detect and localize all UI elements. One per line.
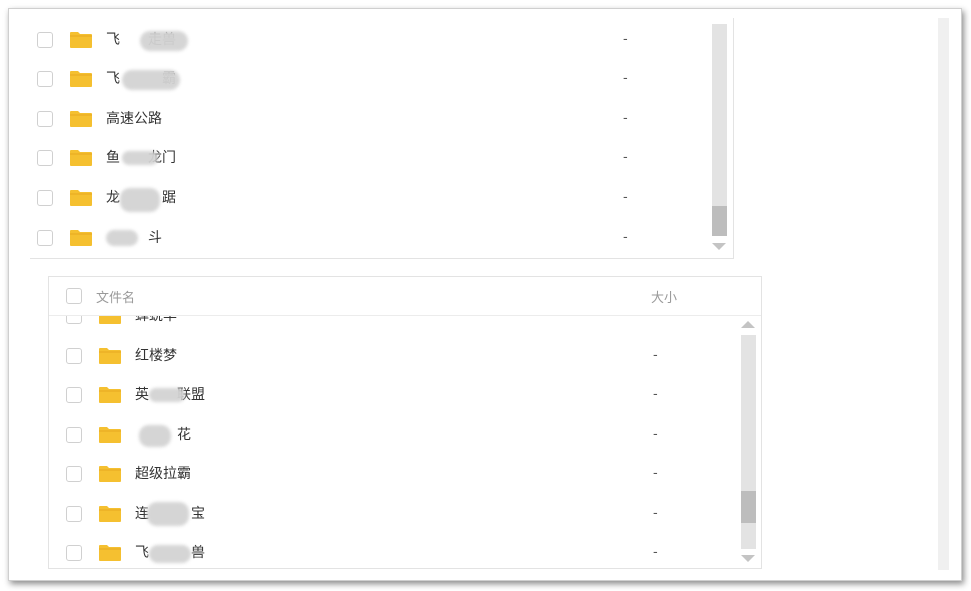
file-size: - xyxy=(653,387,658,402)
row-checkbox[interactable] xyxy=(37,32,53,48)
folder-icon xyxy=(70,111,92,127)
redaction-blur xyxy=(147,502,189,526)
list-item[interactable]: 飞 走兽 - xyxy=(30,20,733,59)
list-item[interactable]: 花 - xyxy=(49,415,761,454)
row-checkbox[interactable] xyxy=(66,545,82,561)
folder-icon xyxy=(70,190,92,206)
file-size: - xyxy=(623,32,628,47)
file-size: - xyxy=(623,190,628,205)
file-size: - xyxy=(653,466,658,481)
row-checkbox[interactable] xyxy=(37,71,53,87)
list-item[interactable]: 超级拉霸 - xyxy=(49,454,761,493)
select-all-checkbox[interactable] xyxy=(66,288,82,304)
redaction-blur xyxy=(120,188,160,212)
list-body: 蝉蜕羊 - 红楼梦 - 英 联盟 - xyxy=(49,316,761,568)
redaction-blur xyxy=(140,31,188,51)
folder-icon xyxy=(99,545,121,561)
redaction-blur xyxy=(149,388,185,402)
list-header: 文件名 大小 xyxy=(49,277,761,316)
file-size: - xyxy=(653,348,658,363)
scroll-up-arrow-icon[interactable] xyxy=(741,321,755,328)
folder-icon xyxy=(99,387,121,403)
list-item[interactable]: 英 联盟 - xyxy=(49,375,761,414)
list-item[interactable]: 飞 霸 - xyxy=(30,59,733,98)
folder-icon xyxy=(99,348,121,364)
file-name[interactable]: 红楼梦 xyxy=(135,347,177,365)
folder-icon xyxy=(99,466,121,482)
file-name[interactable]: 超级拉霸 xyxy=(135,465,191,483)
row-checkbox[interactable] xyxy=(37,230,53,246)
file-size: - xyxy=(623,111,628,126)
file-size: - xyxy=(653,506,658,521)
scrollbar-track[interactable] xyxy=(712,24,727,236)
file-list-bottom: 文件名 大小 蝉蜕羊 - 红楼梦 - xyxy=(48,276,762,569)
folder-icon xyxy=(99,427,121,443)
row-checkbox[interactable] xyxy=(37,111,53,127)
column-header-size[interactable]: 大小 xyxy=(651,287,677,306)
vertical-scrollbar[interactable] xyxy=(712,24,727,256)
list-item[interactable]: 红楼梦 - xyxy=(49,336,761,375)
list-item[interactable]: 斗 - xyxy=(30,218,733,257)
list-item[interactable]: 飞 兽 - xyxy=(49,533,761,568)
vertical-scrollbar[interactable] xyxy=(741,319,756,565)
page-scrollbar[interactable] xyxy=(938,18,949,570)
list-item[interactable]: 蝉蜕羊 - xyxy=(49,316,761,335)
file-size: - xyxy=(623,230,628,245)
row-checkbox[interactable] xyxy=(37,190,53,206)
list-item[interactable]: 龙 踞 - xyxy=(30,178,733,217)
row-checkbox[interactable] xyxy=(66,466,82,482)
file-size: - xyxy=(623,150,628,165)
redaction-blur xyxy=(122,70,180,90)
file-size: - xyxy=(623,71,628,86)
redaction-blur xyxy=(122,151,158,165)
column-header-name[interactable]: 文件名 xyxy=(96,287,135,306)
scrollbar-thumb[interactable] xyxy=(741,491,756,523)
list-item[interactable]: 连 宝 - xyxy=(49,494,761,533)
redaction-blur xyxy=(139,425,171,447)
folder-icon xyxy=(99,316,121,324)
file-size: - xyxy=(653,316,658,325)
redaction-blur xyxy=(106,230,138,246)
folder-icon xyxy=(70,150,92,166)
list-item[interactable]: 鱼 龙门 - xyxy=(30,138,733,177)
scroll-down-arrow-icon[interactable] xyxy=(712,243,726,250)
folder-icon xyxy=(70,71,92,87)
row-checkbox[interactable] xyxy=(66,506,82,522)
scrollbar-thumb[interactable] xyxy=(712,206,727,236)
file-size: - xyxy=(653,545,658,560)
row-checkbox[interactable] xyxy=(66,348,82,364)
file-list-top: 飞 走兽 - 飞 霸 - 高速公路 - 鱼 龙门 - xyxy=(30,18,734,259)
folder-icon xyxy=(99,506,121,522)
row-checkbox[interactable] xyxy=(66,387,82,403)
file-size: - xyxy=(653,427,658,442)
file-name[interactable]: 高速公路 xyxy=(106,110,162,128)
folder-icon xyxy=(70,32,92,48)
redaction-blur xyxy=(149,545,191,563)
scroll-down-arrow-icon[interactable] xyxy=(741,555,755,562)
folder-icon xyxy=(70,230,92,246)
row-checkbox[interactable] xyxy=(37,150,53,166)
list-item[interactable]: 高速公路 - xyxy=(30,99,733,138)
file-name[interactable]: 蝉蜕羊 xyxy=(135,316,177,325)
row-checkbox[interactable] xyxy=(66,427,82,443)
row-checkbox[interactable] xyxy=(66,316,82,324)
